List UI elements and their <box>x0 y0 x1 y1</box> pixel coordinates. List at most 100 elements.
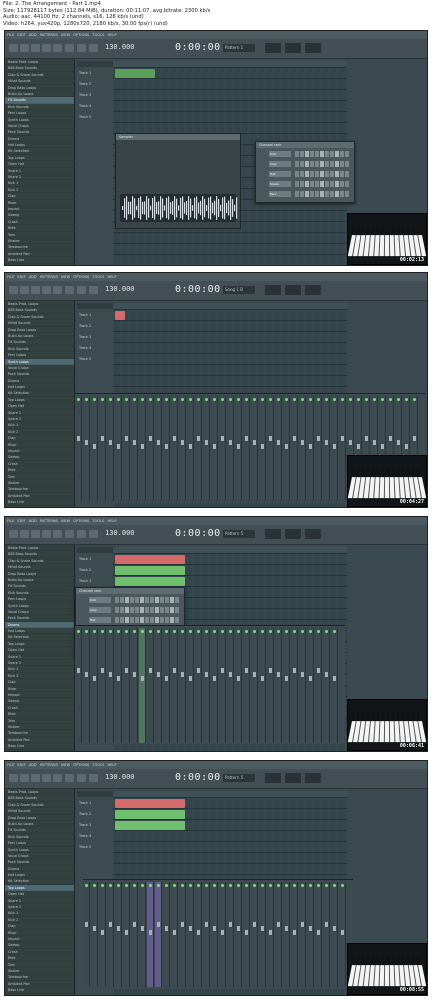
volume-fader[interactable] <box>165 676 168 681</box>
mute-led[interactable] <box>237 630 240 633</box>
volume-fader[interactable] <box>221 436 224 441</box>
menu-item[interactable]: OPTIONS <box>73 763 89 767</box>
volume-fader[interactable] <box>141 676 144 681</box>
mute-led[interactable] <box>149 884 152 887</box>
volume-fader[interactable] <box>253 672 256 677</box>
mixer-track[interactable] <box>187 396 194 501</box>
mixer-track[interactable] <box>131 882 138 987</box>
volume-fader[interactable] <box>101 436 104 441</box>
volume-fader[interactable] <box>229 922 232 927</box>
volume-fader[interactable] <box>117 444 120 449</box>
volume-fader[interactable] <box>261 444 264 449</box>
volume-fader[interactable] <box>157 440 160 445</box>
mute-led[interactable] <box>397 398 400 401</box>
track-label[interactable]: Track 5 <box>79 845 91 849</box>
toolbar-button[interactable] <box>31 44 40 52</box>
volume-fader[interactable] <box>205 440 208 445</box>
mute-led[interactable] <box>405 398 408 401</box>
mixer-track[interactable] <box>291 628 298 743</box>
mixer-track[interactable] <box>75 396 82 501</box>
mute-led[interactable] <box>341 884 344 887</box>
mute-led[interactable] <box>133 398 136 401</box>
volume-fader[interactable] <box>181 672 184 677</box>
volume-fader[interactable] <box>317 930 320 935</box>
mute-led[interactable] <box>277 884 280 887</box>
mute-led[interactable] <box>277 630 280 633</box>
volume-fader[interactable] <box>365 436 368 441</box>
volume-fader[interactable] <box>85 672 88 677</box>
volume-fader[interactable] <box>357 444 360 449</box>
mixer-track[interactable] <box>139 396 146 501</box>
toolbar-button[interactable] <box>77 44 86 52</box>
volume-fader[interactable] <box>157 672 160 677</box>
mute-led[interactable] <box>357 398 360 401</box>
volume-fader[interactable] <box>125 668 128 673</box>
track-label[interactable]: Track 1 <box>79 313 91 317</box>
mute-led[interactable] <box>125 884 128 887</box>
mixer-track[interactable] <box>179 628 186 743</box>
mixer-track[interactable] <box>331 396 338 501</box>
mixer-track[interactable] <box>243 882 250 987</box>
step-sequencer[interactable] <box>295 171 349 177</box>
mixer-track[interactable] <box>115 882 122 987</box>
mixer-track[interactable] <box>339 882 346 987</box>
menu-item[interactable]: ADD <box>29 763 37 767</box>
channel-name-button[interactable]: Clap <box>89 607 111 613</box>
mixer-track[interactable] <box>195 396 202 501</box>
mixer-track[interactable] <box>203 396 210 501</box>
volume-fader[interactable] <box>85 440 88 445</box>
mixer-track[interactable] <box>203 628 210 743</box>
toolbar-button[interactable] <box>89 286 98 294</box>
volume-fader[interactable] <box>397 440 400 445</box>
mute-led[interactable] <box>117 630 120 633</box>
mixer-track[interactable] <box>211 882 218 987</box>
mute-led[interactable] <box>157 398 160 401</box>
mixer-track[interactable] <box>187 882 194 987</box>
volume-fader[interactable] <box>389 436 392 441</box>
mute-led[interactable] <box>93 398 96 401</box>
mute-led[interactable] <box>141 884 144 887</box>
mute-led[interactable] <box>205 884 208 887</box>
mute-led[interactable] <box>285 398 288 401</box>
menu-item[interactable]: EDIT <box>17 33 25 37</box>
mute-led[interactable] <box>117 884 120 887</box>
volume-fader[interactable] <box>237 676 240 681</box>
menu-item[interactable]: PATTERNS <box>40 763 58 767</box>
toolbar-button[interactable] <box>65 286 74 294</box>
toolbar-button[interactable] <box>89 44 98 52</box>
mixer-track[interactable] <box>163 882 170 987</box>
mixer-track[interactable] <box>163 628 170 743</box>
mute-led[interactable] <box>117 398 120 401</box>
mixer-track[interactable] <box>179 882 186 987</box>
mixer-track[interactable] <box>307 396 314 501</box>
mixer-track[interactable] <box>227 396 234 501</box>
mixer-track[interactable] <box>235 628 242 743</box>
mute-led[interactable] <box>221 398 224 401</box>
mute-led[interactable] <box>85 398 88 401</box>
menu-item[interactable]: HELP <box>107 275 116 279</box>
step-sequencer[interactable] <box>115 597 179 603</box>
channel-row[interactable]: Clap <box>79 607 181 614</box>
menu-item[interactable]: HELP <box>107 763 116 767</box>
volume-fader[interactable] <box>109 440 112 445</box>
mixer-track[interactable] <box>243 628 250 743</box>
volume-fader[interactable] <box>109 922 112 927</box>
track-label[interactable]: Track 4 <box>79 834 91 838</box>
mixer-track[interactable] <box>99 628 106 743</box>
volume-fader[interactable] <box>245 436 248 441</box>
mute-led[interactable] <box>309 398 312 401</box>
menu-item[interactable]: ADD <box>29 33 37 37</box>
menu-item[interactable]: EDIT <box>17 275 25 279</box>
mute-led[interactable] <box>301 630 304 633</box>
mixer-track[interactable] <box>211 628 218 743</box>
toolbar-button[interactable] <box>53 774 62 782</box>
volume-fader[interactable] <box>165 444 168 449</box>
volume-fader[interactable] <box>221 668 224 673</box>
volume-fader[interactable] <box>133 922 136 927</box>
mute-led[interactable] <box>77 398 80 401</box>
volume-fader[interactable] <box>261 926 264 931</box>
mute-led[interactable] <box>293 630 296 633</box>
mute-led[interactable] <box>245 884 248 887</box>
mixer-track[interactable] <box>211 396 218 501</box>
volume-fader[interactable] <box>373 440 376 445</box>
